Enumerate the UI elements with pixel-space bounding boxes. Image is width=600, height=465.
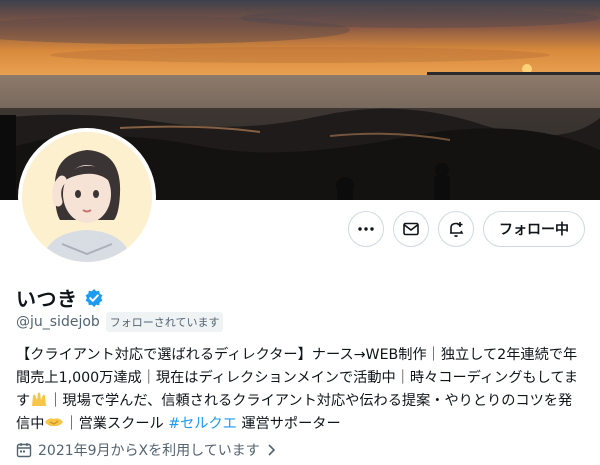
display-name: いつき — [16, 287, 78, 311]
chevron-right-icon — [268, 444, 275, 456]
profile-actions: フォロー中 — [348, 211, 585, 247]
more-icon — [358, 227, 374, 231]
message-button[interactable] — [393, 211, 429, 247]
following-button[interactable]: フォロー中 — [483, 211, 585, 247]
bio-text-3: ｜営業スクール — [64, 416, 169, 432]
hashtag-link[interactable]: #セルクエ — [168, 416, 237, 432]
display-name-row: いつき — [16, 283, 104, 312]
bell-plus-icon — [450, 222, 464, 237]
follows-you-badge: フォローされています — [105, 312, 224, 332]
profile-avatar[interactable] — [18, 128, 156, 266]
profile-bio: 【クライアント対応で選ばれるディレクター】ナース→WEB制作｜独立して2年連続で… — [16, 344, 586, 436]
handle-row: @ju_sidejob フォローされています — [16, 312, 224, 332]
joined-date-row[interactable]: 2021年9月からXを利用しています — [16, 440, 278, 460]
username-handle: @ju_sidejob — [16, 314, 100, 330]
raising-hands-emoji-icon — [32, 392, 47, 406]
joined-date: 2021年9月からXを利用しています — [38, 443, 260, 459]
notifications-button[interactable] — [438, 211, 474, 247]
calendar-icon — [16, 443, 32, 458]
verified-badge-icon[interactable] — [84, 288, 104, 308]
more-button[interactable] — [348, 211, 384, 247]
bio-text-4: 運営サポーター — [236, 416, 341, 432]
envelope-icon — [403, 222, 419, 236]
handshake-emoji-icon — [45, 418, 64, 427]
